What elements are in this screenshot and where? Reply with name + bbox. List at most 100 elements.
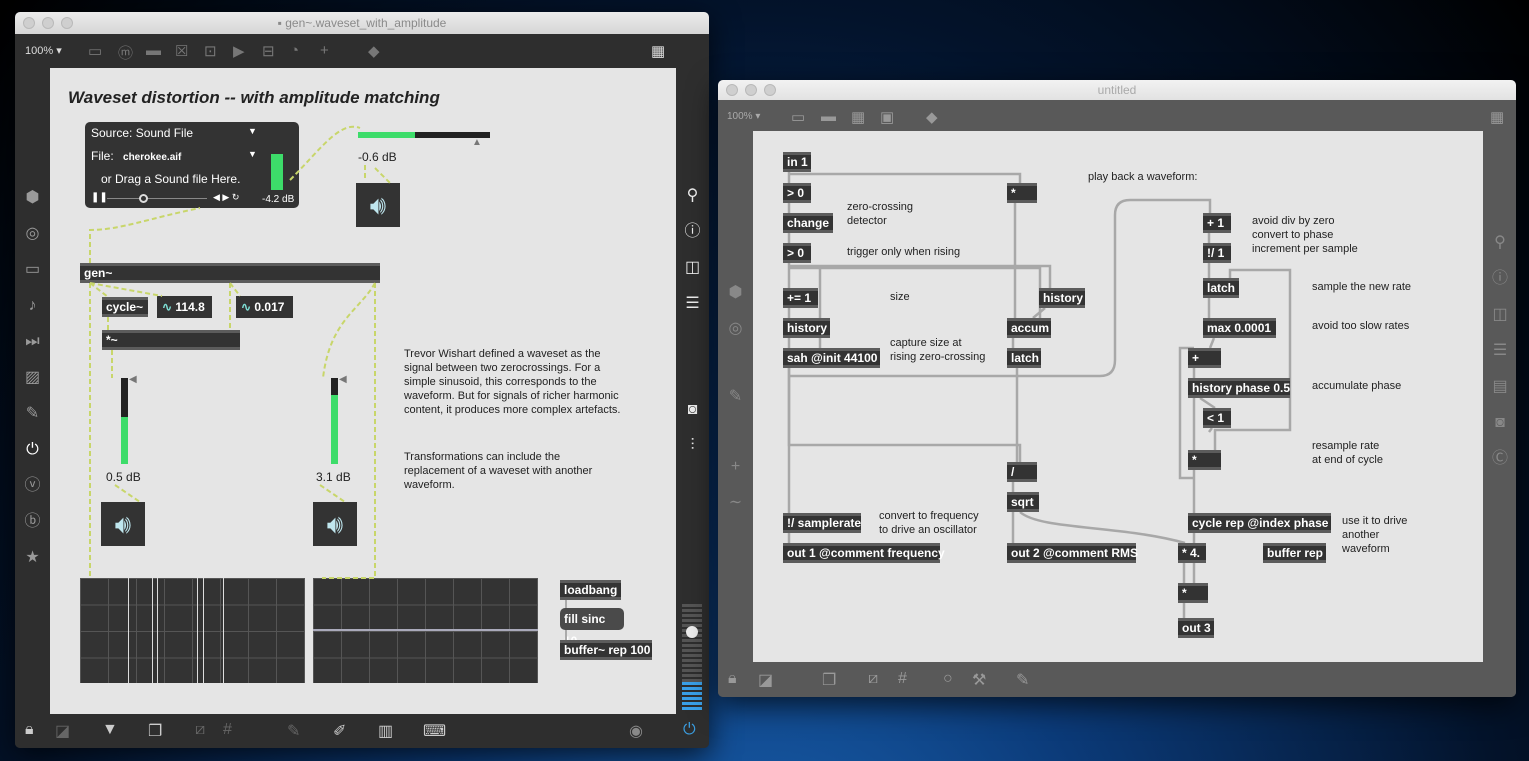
gen-out2[interactable]: out 2 @comment RMS xyxy=(1007,543,1138,563)
dropdown-arrow-icon[interactable]: ▼ xyxy=(248,149,257,159)
package-icon[interactable]: ⬢ xyxy=(15,180,50,216)
info-icon[interactable]: ⓘ xyxy=(676,214,709,250)
gen-history-rms[interactable]: history xyxy=(1039,288,1085,308)
gen-sqrt[interactable]: sqrt xyxy=(1007,492,1039,512)
list-icon[interactable]: ☰ xyxy=(1484,333,1516,369)
gen-divide[interactable]: / xyxy=(1007,462,1037,482)
comment-icon[interactable]: ▬ xyxy=(146,42,161,59)
edit-mode-icon[interactable]: ◪ xyxy=(758,670,773,690)
gen-multiply-cycle[interactable]: * xyxy=(1188,450,1221,470)
comment-icon[interactable]: ▬ xyxy=(821,108,836,125)
lock-icon[interactable]: 🔒︎ xyxy=(25,721,34,739)
piano-icon[interactable]: ▥ xyxy=(378,721,393,741)
cycle-object[interactable]: cycle~ xyxy=(102,297,148,317)
keyboard-icon[interactable]: ⌨ xyxy=(423,721,446,741)
transport-icons[interactable]: ◀ ▶ ↻ xyxy=(213,192,239,203)
title-bar[interactable]: untitled xyxy=(718,80,1516,100)
power-icon[interactable]: ⏻ xyxy=(683,721,696,739)
gen-cycle[interactable]: cycle rep @index phase xyxy=(1188,513,1331,533)
gen-greater-than-zero[interactable]: > 0 xyxy=(783,183,811,203)
message-box-icon[interactable]: ⓜ xyxy=(118,42,133,63)
gen-buffer[interactable]: buffer rep xyxy=(1263,543,1326,563)
button-icon[interactable]: ☒ xyxy=(175,42,188,60)
minimize-button[interactable] xyxy=(745,84,757,96)
gen-plus-equals[interactable]: += 1 xyxy=(783,288,818,308)
gen-greater-than-zero-rising[interactable]: > 0 xyxy=(783,243,811,263)
output-level-meter[interactable] xyxy=(682,604,702,712)
grid-view-icon[interactable]: ▦ xyxy=(1490,108,1504,126)
window-controls[interactable] xyxy=(726,84,776,96)
gen-latch-rate[interactable]: latch xyxy=(1203,278,1239,298)
gen-in1[interactable]: in 1 xyxy=(783,152,811,172)
dropdown-arrow-icon[interactable]: ▼ xyxy=(248,126,257,136)
zoom-button[interactable] xyxy=(61,17,73,29)
gen-icon[interactable]: ▦ xyxy=(851,108,865,126)
codebox-icon[interactable]: ▣ xyxy=(880,108,894,126)
c-icon[interactable]: Ⓒ xyxy=(1484,441,1516,477)
zoom-level[interactable]: 100% ▾ xyxy=(727,111,760,122)
b-icon[interactable]: ⓑ xyxy=(15,504,50,540)
music-note-icon[interactable]: ♪ xyxy=(15,288,50,324)
playlist-player[interactable]: Source: Sound File ▼ File: cherokee.aif … xyxy=(85,122,299,208)
audio-play-icon[interactable]: ◉ xyxy=(629,721,643,741)
mute-icon[interactable]: ⧄ xyxy=(868,670,878,688)
target-icon[interactable]: ◎ xyxy=(718,311,753,347)
grid-view-icon[interactable]: ▦ xyxy=(651,42,665,60)
object-box-icon[interactable]: ▭ xyxy=(791,108,805,126)
play-icon[interactable]: ▶ xyxy=(233,42,245,60)
bar-icon[interactable]: ▭ xyxy=(15,252,50,288)
gain-slider-left[interactable]: ◀ xyxy=(121,374,137,464)
gen-less-than-one[interactable]: < 1 xyxy=(1203,408,1231,428)
gen-out3[interactable]: out 3 xyxy=(1178,618,1214,638)
mixer-icon[interactable]: ⫶ xyxy=(676,428,709,464)
add-icon[interactable]: + xyxy=(718,449,753,485)
number-box-frequency[interactable]: ∿ 114.8 xyxy=(157,296,212,318)
gen-change[interactable]: change xyxy=(783,213,833,233)
title-bar[interactable]: ▪ gen~.waveset_with_amplitude xyxy=(15,12,709,34)
gen-max[interactable]: max 0.0001 xyxy=(1203,318,1276,338)
file-menu[interactable]: File: cherokee.aif xyxy=(91,149,181,163)
windows-icon[interactable]: ❐ xyxy=(148,721,162,741)
window-controls[interactable] xyxy=(23,17,73,29)
zoom-level[interactable]: 100% ▾ xyxy=(25,44,62,57)
reference-icon[interactable]: ▤ xyxy=(1484,369,1516,405)
volume-knob[interactable] xyxy=(686,626,698,638)
search-icon[interactable]: ⚲ xyxy=(1484,225,1516,261)
paint-bucket-icon[interactable]: ◆ xyxy=(368,42,380,60)
pause-icon[interactable]: ❚❚ xyxy=(91,192,108,203)
circle-icon[interactable]: ○ xyxy=(943,670,953,688)
gen-history-size[interactable]: history xyxy=(783,318,830,338)
hammer-icon[interactable]: ⚒ xyxy=(972,670,986,690)
fill-message[interactable]: fill sinc 10 xyxy=(560,608,624,648)
gen-multiply[interactable]: * xyxy=(1007,183,1037,203)
lock-icon[interactable]: 🔒︎ xyxy=(728,670,737,688)
v-icon[interactable]: ⓥ xyxy=(15,468,50,504)
buffer-object[interactable]: buffer~ rep 100 xyxy=(560,640,652,660)
number-box-amplitude[interactable]: ∿ 0.017 xyxy=(236,296,293,318)
windows-icon[interactable]: ❐ xyxy=(822,670,836,690)
grid-icon[interactable]: # xyxy=(223,721,232,739)
gen-out1[interactable]: out 1 @comment frequency xyxy=(783,543,945,563)
gen-plus[interactable]: + xyxy=(1188,348,1221,368)
minimize-button[interactable] xyxy=(42,17,54,29)
paperclip-icon[interactable]: ✎ xyxy=(15,396,50,432)
gen-reverse-divide[interactable]: !/ 1 xyxy=(1203,243,1231,263)
gen-multiply-out[interactable]: * xyxy=(1178,583,1208,603)
star-icon[interactable]: ★ xyxy=(15,540,50,576)
list-icon[interactable]: ☰ xyxy=(676,286,709,322)
wrench-icon[interactable]: ✐ xyxy=(333,721,346,741)
dial-icon[interactable]: ◔ xyxy=(290,42,299,59)
step-icon[interactable]: ⏭ xyxy=(15,324,50,360)
target-icon[interactable]: ◎ xyxy=(15,216,50,252)
gain-slider-right[interactable]: ◀ xyxy=(331,374,347,464)
gen-plus-one[interactable]: + 1 xyxy=(1203,213,1231,233)
speaker-icon[interactable]: 🔊︎ xyxy=(313,502,357,546)
paint-bucket-icon[interactable]: ◆ xyxy=(926,108,938,126)
signal-icon[interactable]: ∼ xyxy=(718,485,753,521)
info-icon[interactable]: ⓘ xyxy=(1484,261,1516,297)
gen-sah[interactable]: sah @init 44100 xyxy=(783,348,880,368)
camera-icon[interactable]: ◙ xyxy=(676,392,709,428)
edit-mode-icon[interactable]: ◪ xyxy=(55,721,70,741)
source-menu[interactable]: Source: Sound File xyxy=(91,126,193,140)
gen-object[interactable]: gen~ xyxy=(80,263,380,283)
